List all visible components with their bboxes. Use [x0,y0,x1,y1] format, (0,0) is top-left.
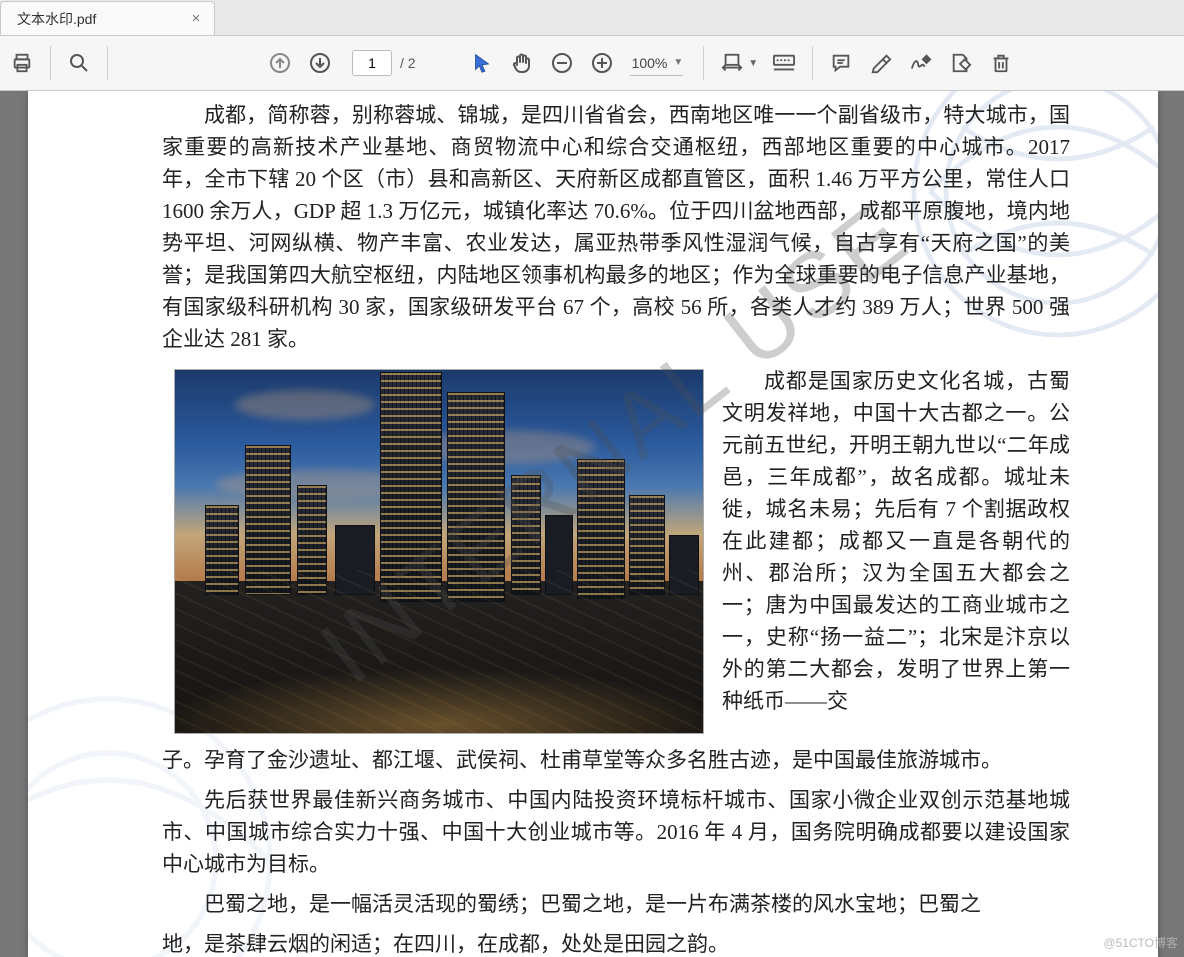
paragraph: 成都，简称蓉，别称蓉城、锦城，是四川省省会，西南地区唯一一个副省级市，特大城市，… [162,99,1070,355]
next-page-button[interactable] [302,45,338,81]
fit-width-button[interactable] [714,45,750,81]
delete-button[interactable] [983,45,1019,81]
document-tab[interactable]: 文本水印.pdf × [0,1,215,35]
typewriter-button[interactable] [766,45,802,81]
separator [50,46,51,80]
chevron-down-icon: ▼ [673,57,683,68]
document-viewport[interactable]: 成都，简称蓉，别称蓉城、锦城，是四川省省会，西南地区唯一一个副省级市，特大城市，… [0,91,1184,957]
select-tool-button[interactable] [464,45,500,81]
page-number-input[interactable] [352,50,392,76]
pdf-page: 成都，简称蓉，别称蓉城、锦城，是四川省省会，西南地区唯一一个副省级市，特大城市，… [28,91,1158,957]
hand-tool-button[interactable] [504,45,540,81]
source-credit: @51CTO博客 [1103,934,1178,951]
paragraph: 先后获世界最佳新兴商务城市、中国内陆投资环境标杆城市、国家小微企业双创示范基地城… [162,784,1070,880]
search-button[interactable] [61,45,97,81]
separator [812,46,813,80]
comment-button[interactable] [823,45,859,81]
document-body: 成都，简称蓉，别称蓉城、锦城，是四川省省会，西南地区唯一一个副省级市，特大城市，… [162,99,1070,957]
zoom-in-button[interactable] [584,45,620,81]
tab-title: 文本水印.pdf [17,9,96,29]
page-total-label: / 2 [400,55,416,71]
paragraph: 巴蜀之地，是一幅活灵活现的蜀绣；巴蜀之地，是一片布满茶楼的风水宝地；巴蜀之 [162,888,1070,920]
sign-button[interactable] [903,45,939,81]
paragraph: 子。孕育了金沙遗址、都江堰、武侯祠、杜甫草堂等众多名胜古迹，是中国最佳旅游城市。 [162,744,1070,776]
zoom-out-button[interactable] [544,45,580,81]
paragraph: 地，是茶肆云烟的闲适；在四川，在成都，处处是田园之韵。 [162,928,1070,957]
chevron-down-icon[interactable]: ▼ [748,58,762,69]
prev-page-button[interactable] [262,45,298,81]
tabbar: 文本水印.pdf × [0,0,1184,36]
edit-pdf-button[interactable] [943,45,979,81]
paragraph: 成都是国家历史文化名城，古蜀文明发祥地，中国十大古都之一。公元前五世纪，开明王朝… [722,365,1070,717]
zoom-select[interactable]: 100% ▼ [630,51,684,76]
separator [107,46,108,80]
print-button[interactable] [4,45,40,81]
highlight-button[interactable] [863,45,899,81]
zoom-value: 100% [630,51,670,75]
toolbar: / 2 100% ▼ ▼ [0,36,1184,91]
close-icon[interactable]: × [188,11,204,27]
separator [703,46,704,80]
embedded-image [174,369,704,734]
